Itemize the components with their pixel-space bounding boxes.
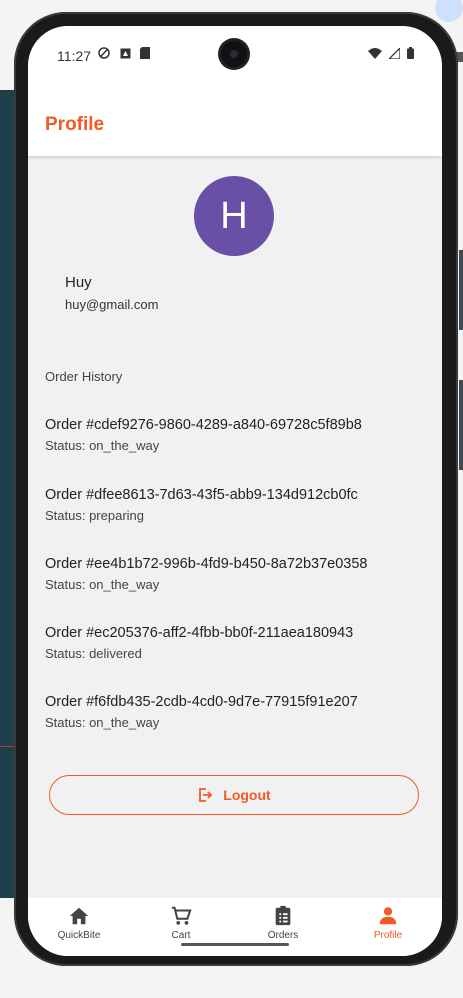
background-divider xyxy=(0,746,14,747)
signal-icon xyxy=(387,46,401,60)
background-bar xyxy=(459,250,463,330)
logout-label: Logout xyxy=(223,787,271,803)
app-bar: Profile xyxy=(28,82,442,156)
order-id: Order #cdef9276-9860-4289-a840-69728c5f8… xyxy=(45,417,362,433)
phone-screen: 11:27 Profile H Huy huy@gmail.com Order … xyxy=(28,26,442,956)
bottom-navigation: QuickBite Cart Orders Profile xyxy=(28,898,442,956)
nav-quickbite[interactable]: QuickBite xyxy=(34,904,124,941)
wifi-icon xyxy=(368,48,383,59)
nav-label: Orders xyxy=(267,930,299,941)
phone-frame: 11:27 Profile H Huy huy@gmail.com Order … xyxy=(14,12,458,966)
app-icon xyxy=(120,48,131,59)
shield-icon xyxy=(98,47,110,59)
person-icon xyxy=(379,907,397,925)
user-email: huy@gmail.com xyxy=(65,297,159,312)
home-indicator[interactable] xyxy=(181,943,289,946)
nav-cart[interactable]: Cart xyxy=(136,904,226,941)
status-bar: 11:27 xyxy=(28,26,442,82)
nav-label: Profile xyxy=(373,930,403,941)
background-window xyxy=(0,90,14,898)
background-chip xyxy=(435,0,463,22)
avatar: H xyxy=(194,176,274,256)
nav-label: Cart xyxy=(171,930,191,941)
cart-icon xyxy=(171,906,192,925)
order-status: Status: preparing xyxy=(45,508,145,523)
order-status: Status: on_the_way xyxy=(45,715,160,730)
status-time: 11:27 xyxy=(57,48,91,64)
order-status: Status: on_the_way xyxy=(45,577,160,592)
order-id: Order #ee4b1b72-996b-4fd9-b450-8a72b37e0… xyxy=(45,556,368,572)
nav-orders[interactable]: Orders xyxy=(238,904,328,941)
order-id: Order #ec205376-aff2-4fbb-bb0f-211aea180… xyxy=(45,625,354,641)
battery-icon xyxy=(407,47,414,59)
order-item[interactable]: Order #dfee8613-7d63-43f5-abb9-134d912cb… xyxy=(45,487,425,523)
order-history-title: Order History xyxy=(45,369,123,384)
order-item[interactable]: Order #ee4b1b72-996b-4fd9-b450-8a72b37e0… xyxy=(45,556,425,592)
notification-icons xyxy=(98,47,151,62)
page-title: Profile xyxy=(45,114,105,135)
sim-icon xyxy=(140,47,151,59)
order-status: Status: delivered xyxy=(45,646,142,661)
background-bar xyxy=(459,380,463,470)
home-icon xyxy=(69,907,89,925)
order-id: Order #dfee8613-7d63-43f5-abb9-134d912cb… xyxy=(45,487,358,503)
logout-button[interactable]: Logout xyxy=(49,775,419,815)
order-item[interactable]: Order #cdef9276-9860-4289-a840-69728c5f8… xyxy=(45,417,425,453)
system-icons xyxy=(368,46,414,62)
nav-label: QuickBite xyxy=(57,930,101,941)
order-item[interactable]: Order #f6fdb435-2cdb-4cd0-9d7e-77915f91e… xyxy=(45,694,425,730)
camera-cutout xyxy=(221,41,247,67)
nav-profile[interactable]: Profile xyxy=(343,904,433,941)
user-name: Huy xyxy=(65,274,92,291)
order-item[interactable]: Order #ec205376-aff2-4fbb-bb0f-211aea180… xyxy=(45,625,425,661)
logout-icon xyxy=(199,788,213,802)
order-id: Order #f6fdb435-2cdb-4cd0-9d7e-77915f91e… xyxy=(45,694,358,710)
order-status: Status: on_the_way xyxy=(45,438,160,453)
clipboard-icon xyxy=(275,905,291,926)
